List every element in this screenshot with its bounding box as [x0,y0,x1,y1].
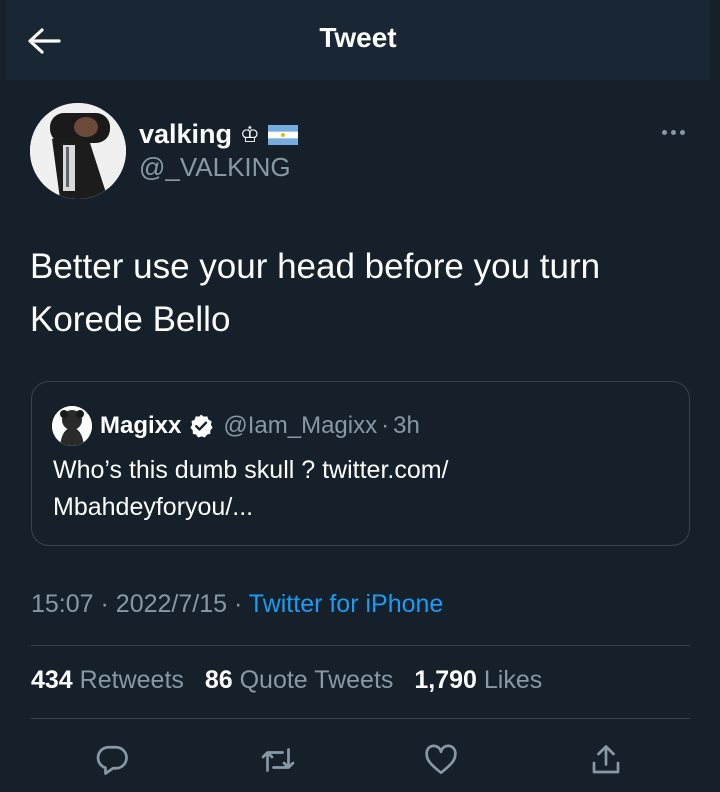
quoted-author-avatar [52,406,92,446]
quote-tweets-count: 86 [204,666,233,694]
quoted-author-name: Magixx [100,412,182,439]
divider [31,718,690,719]
divider [31,645,690,646]
reply-icon [96,745,128,775]
retweet-button[interactable] [258,740,298,780]
likes-count: 1,790 [414,666,477,694]
likes-label: Likes [483,666,543,694]
meta-separator: · [100,590,109,618]
meta-separator: · [233,590,243,618]
share-icon [592,745,620,774]
tweet-date: 2022/7/15 [115,590,228,618]
author-display-name[interactable]: valking [139,119,232,150]
share-button[interactable] [586,740,626,780]
verified-icon [190,414,213,438]
retweets-stat[interactable]: 434 Retweets [31,666,191,694]
author-avatar[interactable] [30,103,126,199]
retweets-count: 434 [31,666,73,694]
author-handle[interactable]: @_VALKING [139,152,291,183]
author-name-row: valking ♔ [139,119,298,150]
quoted-timestamp: 3h [393,412,420,439]
reply-button[interactable] [93,740,133,780]
quoted-author-handle: @Iam_Magixx [223,412,378,439]
likes-stat[interactable]: 1,790 Likes [414,666,542,694]
quoted-separator: · [381,412,390,439]
top-bar: Tweet [6,0,710,80]
retweet-icon [261,748,295,772]
quote-tweets-stat[interactable]: 86 Quote Tweets [205,666,401,694]
crown-icon: ♔ [240,121,260,147]
quote-tweets-label: Quote Tweets [239,666,394,694]
more-icon[interactable] [655,122,691,142]
engagement-stats: 434 Retweets 86 Quote Tweets 1,790 Likes [31,666,556,695]
like-button[interactable] [421,740,461,780]
quoted-tweet-card[interactable]: Magixx @Iam_Magixx · 3h Who’s this dumb … [31,381,690,546]
quoted-tweet-header: Magixx @Iam_Magixx · 3h [52,406,420,446]
tweet-source-link[interactable]: Twitter for iPhone [249,590,444,618]
tweet-time: 15:07 [31,590,94,618]
tweet-text: Better use your head before you turn Kor… [30,247,601,339]
retweets-label: Retweets [79,666,184,694]
page-title: Tweet [319,22,397,53]
tweet-meta: 15:07 · 2022/7/15 · Twitter for iPhone [31,590,443,619]
like-icon [425,744,457,775]
argentina-flag-icon [267,124,298,145]
action-bar [0,740,720,780]
quoted-tweet-text: Who’s this dumb skull ? twitter.com/ Mba… [53,456,449,521]
